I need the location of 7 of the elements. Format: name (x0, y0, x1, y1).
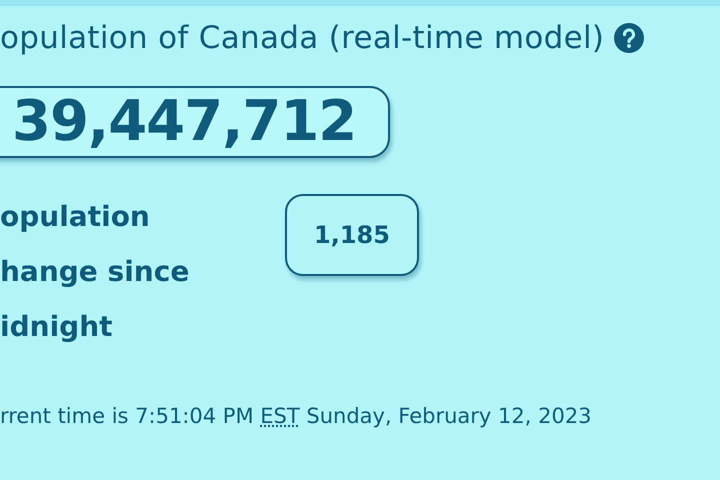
current-time-text: rrent time is 7:51:04 PM EST Sunday, February 12, 2023 (0, 404, 593, 428)
page-title: opulation of Canada (real-time model) (0, 20, 604, 56)
change-counter: 1,185 (285, 194, 419, 276)
change-label: opulation hange since idnight (0, 199, 190, 345)
population-counter: 39,447,712 (0, 86, 390, 158)
timezone-abbreviation[interactable]: EST (260, 404, 300, 428)
help-icon[interactable] (614, 23, 644, 53)
